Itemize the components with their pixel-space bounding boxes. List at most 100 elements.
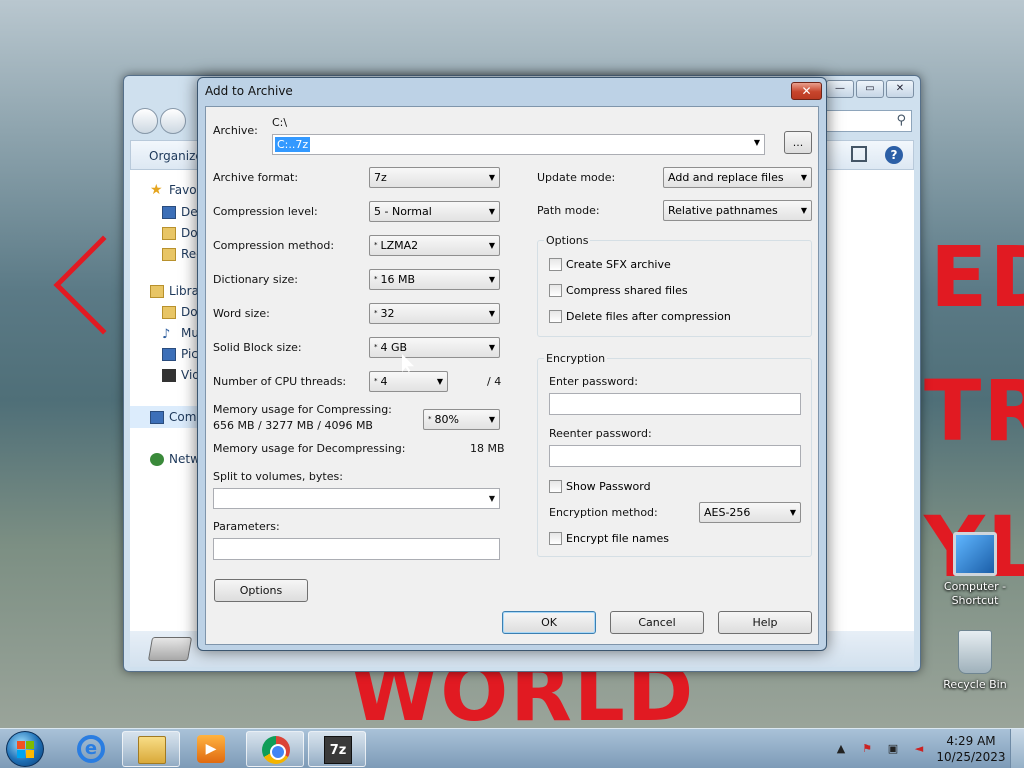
compression-level-select[interactable]: 5 - Normal ▼: [369, 201, 500, 222]
nav-documents[interactable]: Do: [162, 305, 198, 319]
desktop-icon-label: Recycle Bin: [943, 678, 1007, 691]
path-mode-label: Path mode:: [537, 204, 600, 217]
preview-pane-icon[interactable]: [851, 146, 867, 162]
delete-after-checkbox[interactable]: Delete files after compression: [549, 310, 731, 323]
reenter-password-label: Reenter password:: [549, 427, 652, 440]
archive-format-label: Archive format:: [213, 171, 299, 184]
desktop-icon: [162, 205, 176, 219]
checkbox-box[interactable]: [549, 532, 562, 545]
checkbox-box[interactable]: [549, 258, 562, 271]
dialog-title: Add to Archive: [205, 84, 293, 98]
minimize-button[interactable]: —: [826, 80, 854, 98]
select-value: 32: [380, 307, 395, 320]
reenter-password-input[interactable]: [549, 445, 801, 467]
memory-usage-select[interactable]: * 80% ▼: [423, 409, 500, 430]
default-marker-icon: *: [374, 241, 378, 249]
nav-pictures[interactable]: Pic: [162, 347, 198, 361]
checkbox-box[interactable]: [549, 284, 562, 297]
checkbox-label: Delete files after compression: [566, 310, 731, 323]
file-explorer-icon: [138, 736, 166, 764]
show-desktop-button[interactable]: [1010, 729, 1024, 768]
pictures-icon: [162, 347, 176, 361]
compression-method-select[interactable]: * LZMA2 ▼: [369, 235, 500, 256]
enter-password-input[interactable]: [549, 393, 801, 415]
downloads-folder-icon: [162, 226, 176, 240]
create-sfx-checkbox[interactable]: Create SFX archive: [549, 258, 671, 271]
close-button[interactable]: ✕: [886, 80, 914, 98]
split-volumes-label: Split to volumes, bytes:: [213, 470, 343, 483]
taskbar-file-explorer[interactable]: [122, 731, 180, 767]
help-icon[interactable]: ?: [885, 146, 903, 164]
libraries-icon: [150, 284, 164, 298]
chevron-down-icon[interactable]: ▼: [754, 138, 760, 147]
show-password-checkbox[interactable]: Show Password: [549, 480, 651, 493]
ok-button[interactable]: OK: [502, 611, 596, 634]
nav-network[interactable]: Netw: [150, 452, 200, 466]
cancel-button[interactable]: Cancel: [610, 611, 704, 634]
desktop-icon-recycle-bin[interactable]: Recycle Bin: [937, 630, 1013, 691]
encryption-method-label: Encryption method:: [549, 506, 658, 519]
select-value: 4 GB: [380, 341, 408, 354]
solid-block-size-select[interactable]: * 4 GB ▼: [369, 337, 500, 358]
taskbar-media-player[interactable]: ▶: [182, 731, 240, 767]
dictionary-size-select[interactable]: * 16 MB ▼: [369, 269, 500, 290]
options-button[interactable]: Options: [214, 579, 308, 602]
action-center-flag-icon[interactable]: ⚑: [859, 742, 875, 756]
split-volumes-input[interactable]: ▼: [213, 488, 500, 509]
checkbox-label: Show Password: [566, 480, 651, 493]
help-button[interactable]: Help: [718, 611, 812, 634]
organize-menu[interactable]: Organize: [149, 149, 203, 163]
browse-button[interactable]: ...: [784, 131, 812, 154]
maximize-button[interactable]: ▭: [856, 80, 884, 98]
close-button[interactable]: ✕: [791, 82, 822, 100]
chrome-icon: [262, 736, 290, 764]
encryption-method-select[interactable]: AES-256 ▼: [699, 502, 801, 523]
taskbar-chrome[interactable]: [246, 731, 304, 767]
checkbox-label: Compress shared files: [566, 284, 688, 297]
music-icon: ♪: [162, 326, 171, 342]
update-mode-select[interactable]: Add and replace files ▼: [663, 167, 812, 188]
word-size-select[interactable]: * 32 ▼: [369, 303, 500, 324]
chevron-down-icon: ▼: [488, 309, 495, 318]
archive-path-input[interactable]: C:..7z ▼: [272, 134, 765, 155]
options-group: Options Create SFX archive Compress shar…: [537, 234, 812, 337]
forward-button[interactable]: [160, 108, 186, 134]
nav-videos[interactable]: Vid: [162, 368, 200, 382]
show-hidden-icons-icon[interactable]: ▲: [833, 742, 849, 756]
select-value: 7z: [374, 171, 387, 184]
back-forward-buttons: [132, 108, 186, 134]
path-mode-select[interactable]: Relative pathnames ▼: [663, 200, 812, 221]
nav-favorites[interactable]: ★ Favo: [150, 183, 197, 198]
select-value: 16 MB: [380, 273, 416, 286]
archive-format-select[interactable]: 7z ▼: [369, 167, 500, 188]
system-tray: ▲ ⚑ ▣ ◄ 4:29 AM 10/25/2023: [828, 729, 1024, 768]
chevron-down-icon: ▼: [488, 241, 495, 250]
start-button[interactable]: [6, 731, 44, 767]
nav-music[interactable]: ♪ Mu: [162, 326, 199, 342]
network-icon[interactable]: ▣: [885, 742, 901, 756]
compress-shared-checkbox[interactable]: Compress shared files: [549, 284, 688, 297]
back-button[interactable]: [132, 108, 158, 134]
chevron-down-icon: ▼: [800, 206, 807, 215]
cpu-threads-select[interactable]: * 4 ▼: [369, 371, 448, 392]
compression-method-label: Compression method:: [213, 239, 335, 252]
nav-libraries[interactable]: Libra: [150, 284, 199, 298]
volume-muted-icon[interactable]: ◄: [911, 742, 927, 756]
default-marker-icon: *: [374, 377, 378, 385]
checkbox-box[interactable]: [549, 310, 562, 323]
computer-icon: [953, 532, 997, 576]
taskbar-7zip[interactable]: 7z: [308, 731, 366, 767]
chevron-down-icon: ▼: [789, 508, 796, 517]
clock[interactable]: 4:29 AM 10/25/2023: [932, 733, 1010, 765]
recycle-bin-icon: [958, 630, 992, 674]
default-marker-icon: *: [374, 275, 378, 283]
search-box[interactable]: ⚲: [812, 110, 912, 132]
desktop-icon-computer-shortcut[interactable]: Computer - Shortcut: [937, 532, 1013, 608]
taskbar-internet-explorer[interactable]: e: [62, 731, 120, 767]
encrypt-file-names-checkbox[interactable]: Encrypt file names: [549, 532, 669, 545]
solid-block-size-label: Solid Block size:: [213, 341, 302, 354]
checkbox-box[interactable]: [549, 480, 562, 493]
nav-computer[interactable]: Com: [130, 406, 206, 428]
nav-label: Netw: [169, 452, 200, 466]
parameters-input[interactable]: [213, 538, 500, 560]
